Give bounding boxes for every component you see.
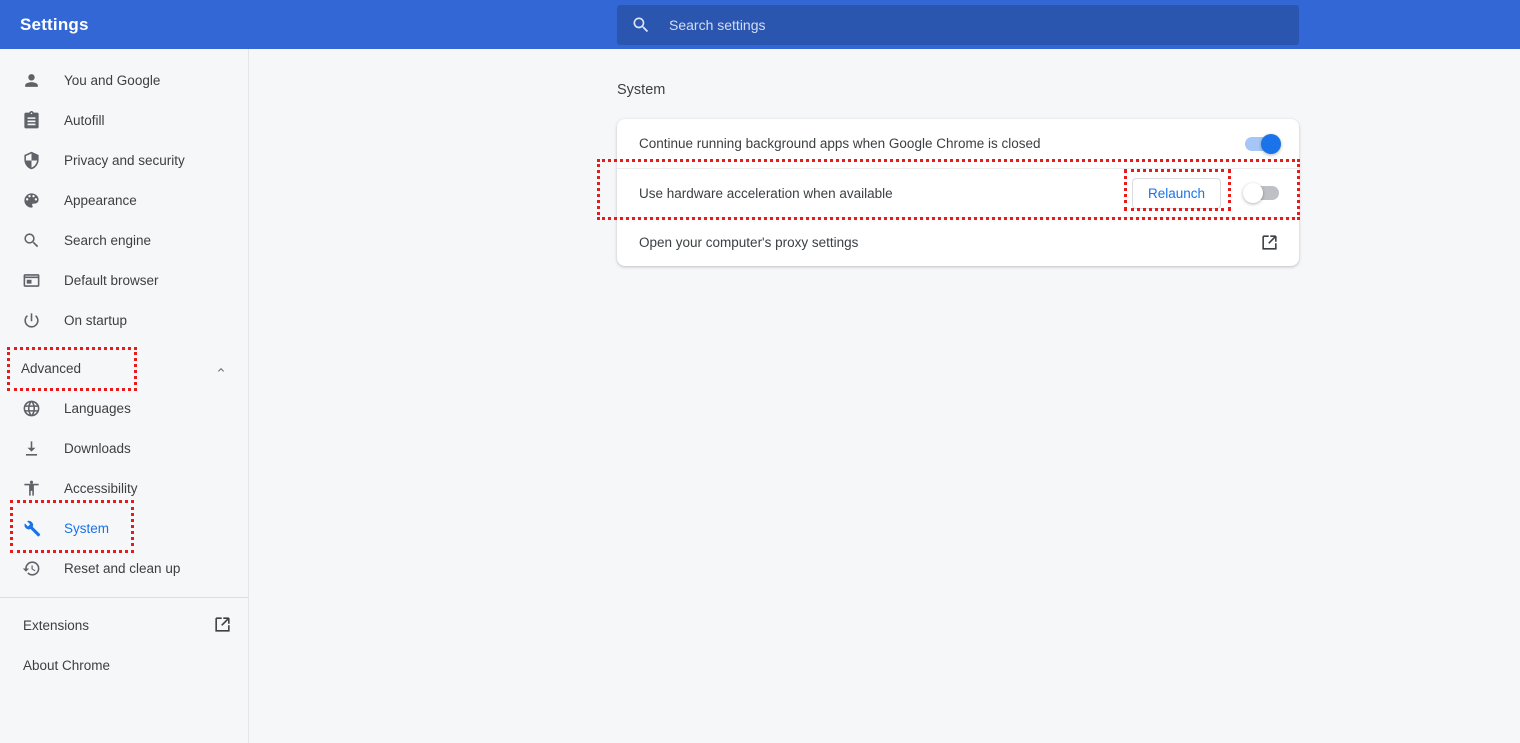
search-icon	[631, 15, 651, 35]
sidebar-group-label: Advanced	[21, 360, 82, 376]
sidebar-item-reset-and-clean-up[interactable]: Reset and clean up	[0, 548, 248, 588]
sidebar-item-you-and-google[interactable]: You and Google	[0, 60, 248, 100]
sidebar-item-search-engine[interactable]: Search engine	[0, 220, 248, 260]
toggle-knob	[1261, 133, 1281, 154]
sidebar-item-privacy-and-security[interactable]: Privacy and security	[0, 140, 248, 180]
sidebar-item-label: Reset and clean up	[64, 560, 181, 576]
row-label: Open your computer's proxy settings	[639, 234, 859, 250]
sidebar-item-label: System	[64, 520, 110, 536]
wrench-icon	[21, 518, 41, 538]
search-bar[interactable]	[617, 5, 1299, 45]
page-title: Settings	[20, 15, 89, 34]
accessibility-icon	[21, 478, 41, 498]
sidebar-item-accessibility[interactable]: Accessibility	[0, 468, 248, 508]
sidebar-item-label: Languages	[64, 400, 131, 416]
main-content: System Continue running background apps …	[249, 49, 1520, 743]
sidebar-item-extensions[interactable]: Extensions	[0, 605, 248, 645]
sidebar-item-label: Autofill	[64, 112, 105, 128]
chevron-up-icon[interactable]	[214, 363, 228, 375]
system-settings-card: Continue running background apps when Go…	[617, 119, 1299, 266]
sidebar-item-label: About Chrome	[23, 657, 111, 673]
sidebar-item-label: Search engine	[64, 232, 152, 248]
sidebar-item-languages[interactable]: Languages	[0, 388, 248, 428]
row-label: Use hardware acceleration when available	[639, 185, 893, 201]
palette-icon	[21, 190, 41, 210]
sidebar-item-downloads[interactable]: Downloads	[0, 428, 248, 468]
sidebar-group-advanced[interactable]: Advanced	[0, 348, 248, 388]
sidebar-item-on-startup[interactable]: On startup	[0, 300, 248, 340]
sidebar-item-label: You and Google	[64, 72, 161, 88]
sidebar-item-label: Downloads	[64, 440, 131, 456]
download-icon	[21, 438, 41, 458]
sidebar-item-about-chrome[interactable]: About Chrome	[0, 645, 248, 685]
external-link-icon[interactable]	[1260, 233, 1279, 252]
shield-icon	[21, 150, 41, 170]
search-input[interactable]	[669, 6, 1229, 44]
sidebar-item-default-browser[interactable]: Default browser	[0, 260, 248, 300]
sidebar-item-label: Extensions	[23, 617, 90, 633]
sidebar: You and Google Autofill Privacy and secu…	[0, 49, 249, 743]
row-hardware-acceleration[interactable]: Use hardware acceleration when available…	[617, 168, 1299, 217]
sidebar-item-autofill[interactable]: Autofill	[0, 100, 248, 140]
sidebar-item-label: On startup	[64, 312, 128, 328]
sidebar-item-label: Default browser	[64, 272, 159, 288]
globe-icon	[21, 398, 41, 418]
power-icon	[21, 310, 41, 330]
relaunch-button[interactable]: Relaunch	[1131, 177, 1221, 209]
sidebar-item-label: Privacy and security	[64, 152, 185, 168]
sidebar-item-label: Appearance	[64, 192, 137, 208]
hardware-acceleration-toggle[interactable]	[1243, 183, 1279, 203]
row-background-apps[interactable]: Continue running background apps when Go…	[617, 119, 1299, 168]
sidebar-divider	[0, 597, 249, 598]
external-link-icon[interactable]	[213, 615, 232, 634]
row-proxy-settings[interactable]: Open your computer's proxy settings	[617, 217, 1299, 266]
section-title: System	[617, 82, 666, 98]
clipboard-icon	[21, 110, 41, 130]
background-apps-toggle[interactable]	[1245, 133, 1281, 154]
history-icon	[21, 558, 41, 578]
sidebar-item-appearance[interactable]: Appearance	[0, 180, 248, 220]
browser-window-icon	[21, 270, 41, 290]
sidebar-item-system[interactable]: System	[0, 508, 248, 548]
person-icon	[21, 70, 41, 90]
row-label: Continue running background apps when Go…	[639, 136, 1041, 151]
magnifier-icon	[21, 230, 41, 250]
settings-header: Settings	[0, 0, 1520, 49]
toggle-knob	[1243, 183, 1263, 203]
sidebar-item-label: Accessibility	[64, 480, 138, 496]
